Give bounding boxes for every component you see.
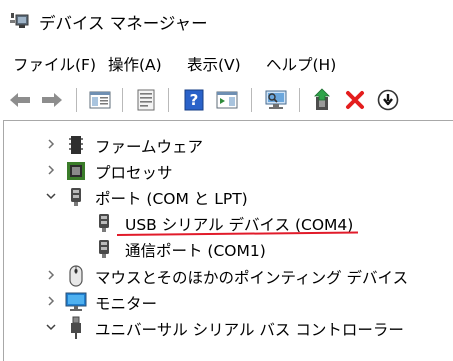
tree-item-label: ファームウェア [95,138,204,156]
properties-icon[interactable] [132,87,160,113]
chevron-right-icon[interactable] [44,292,58,310]
mouse-icon [65,265,87,287]
title-bar: デバイス マネージャー [0,0,453,42]
processor-icon [65,160,87,182]
device-tree[interactable]: ファームウェア プロセッサ ポート (COM と LPT) USB シリアル デ… [3,120,453,361]
tree-item-label: モニター [95,295,158,313]
port-connector-icon [93,238,115,260]
tree-item-communications-port[interactable]: 通信ポート (COM1) [4,236,453,262]
firmware-chip-icon [65,134,87,156]
tree-item-usb-controllers[interactable]: ユニバーサル シリアル バス コントローラー [4,315,453,341]
update-driver-icon[interactable] [309,87,337,113]
tree-item-label: プロセッサ [95,164,173,182]
help-icon[interactable]: ? [180,87,208,113]
menu-action[interactable]: 操作(A) [108,53,162,75]
chevron-right-icon[interactable] [44,266,58,284]
uninstall-device-icon[interactable] [341,87,369,113]
menu-view[interactable]: 表示(V) [187,53,241,75]
chevron-down-icon[interactable] [44,187,58,205]
toolbar-separator [251,88,252,112]
toolbar-separator [299,88,300,112]
toolbar: ? [0,84,453,116]
chevron-right-icon[interactable] [44,135,58,153]
forward-arrow-icon[interactable] [38,87,66,113]
chevron-down-icon[interactable] [44,318,58,336]
tree-item-label: マウスとそのほかのポインティング デバイス [95,269,409,287]
tree-item-processors[interactable]: プロセッサ [4,158,453,184]
tree-item-monitors[interactable]: モニター [4,289,453,315]
port-connector-icon [65,186,87,208]
toolbar-separator [76,88,77,112]
menu-bar: ファイル(F) 操作(A) 表示(V) ヘルプ(H) [0,48,453,82]
menu-help[interactable]: ヘルプ(H) [266,53,336,75]
menu-file[interactable]: ファイル(F) [13,53,96,75]
toolbar-separator [168,88,169,112]
port-connector-icon [93,212,115,234]
back-arrow-icon[interactable] [6,87,34,113]
window-title: デバイス マネージャー [39,14,208,33]
device-manager-icon [10,12,30,30]
usb-plug-icon [65,316,87,339]
show-hide-console-tree-icon[interactable] [86,87,114,113]
action-pane-icon[interactable] [213,87,241,113]
monitor-icon [65,291,87,313]
tree-item-firmware[interactable]: ファームウェア [4,132,453,158]
toolbar-separator [122,88,123,112]
tree-item-ports[interactable]: ポート (COM と LPT) [4,184,453,210]
tree-item-label: 通信ポート (COM1) [125,242,266,260]
tree-item-label: ポート (COM と LPT) [95,190,248,208]
chevron-right-icon[interactable] [44,161,58,179]
scan-hardware-icon[interactable] [262,87,290,113]
svg-text:?: ? [190,91,199,109]
disable-device-icon[interactable] [374,87,402,113]
tree-item-mice[interactable]: マウスとそのほかのポインティング デバイス [4,263,453,289]
tree-item-label: ユニバーサル シリアル バス コントローラー [95,321,404,339]
